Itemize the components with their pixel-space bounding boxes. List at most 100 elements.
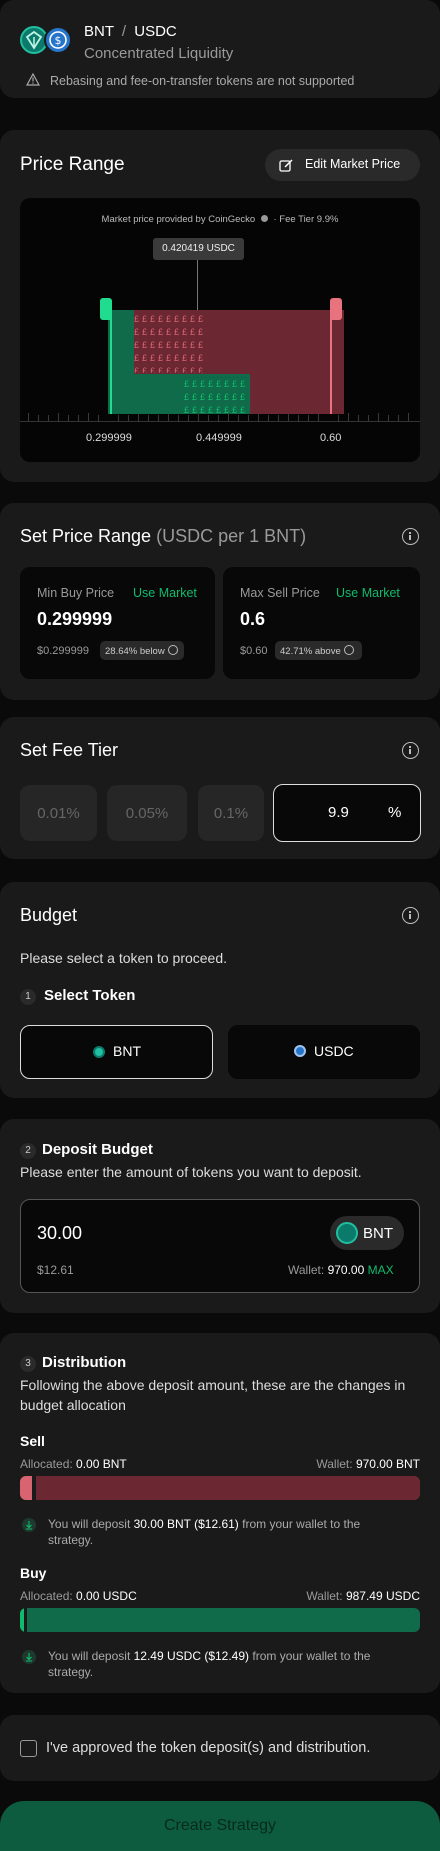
min-price-handle[interactable] xyxy=(100,298,112,320)
token-option-usdc[interactable]: USDC xyxy=(228,1025,420,1079)
deposit-input-panel[interactable]: 30.00 BNT $12.61 Wallet: 970.00 MAX xyxy=(20,1199,420,1293)
edit-icon xyxy=(279,158,294,178)
select-token-title: Select Token xyxy=(44,987,136,1004)
min-use-market-link[interactable]: Use Market xyxy=(133,586,197,600)
set-price-range-title: Set Price Range xyxy=(20,526,152,546)
max-button[interactable]: MAX xyxy=(368,1263,394,1277)
fee-tier-info-icon[interactable] xyxy=(402,742,419,759)
pair-token-b: USDC xyxy=(134,23,177,40)
sell-allocation-handle[interactable] xyxy=(32,1476,36,1500)
buy-deposit-amount: 12.49 USDC ($12.49) xyxy=(133,1649,250,1663)
max-badge-info-icon xyxy=(343,645,354,655)
max-sell-price-label: Max Sell Price xyxy=(240,586,320,600)
sell-allocation-fill xyxy=(20,1476,32,1500)
distribution-title: Distribution xyxy=(42,1354,127,1371)
fee-option-0-01[interactable]: 0.01% xyxy=(20,785,97,841)
strategy-type: Concentrated Liquidity xyxy=(84,45,234,62)
edit-market-price-button[interactable]: Edit Market Price xyxy=(265,149,420,181)
fee-option-0-05[interactable]: 0.05% xyxy=(107,785,187,841)
budget-title: Budget xyxy=(20,905,78,925)
axis-tick-min: 0.299999 xyxy=(86,432,132,444)
coingecko-icon xyxy=(260,215,268,222)
min-percentage-badge: 28.64% below xyxy=(100,641,184,660)
token-option-bnt[interactable]: BNT xyxy=(20,1025,213,1079)
set-price-range-info-icon[interactable] xyxy=(402,528,419,545)
buy-wallet-value: 987.49 USDC xyxy=(345,1589,420,1603)
sell-pattern: ££££££££££££££££££££££££££££££££££££££££… xyxy=(134,314,207,373)
min-buy-price-label: Min Buy Price xyxy=(37,586,115,600)
distribution-hint-line1: Following the above deposit amount, thes… xyxy=(20,1377,406,1393)
price-range-card: Price Range Edit Market Price Market pri… xyxy=(0,130,440,482)
min-badge-info-icon xyxy=(167,645,178,655)
chart-axis xyxy=(20,410,420,422)
buy-allocation-handle[interactable] xyxy=(24,1608,27,1632)
set-price-range-unit: (USDC per 1 BNT) xyxy=(156,526,307,546)
fee-tier-card: Set Fee Tier 0.01% 0.05% 0.1% 9.9 % xyxy=(0,717,440,859)
price-provider-note: Market price provided by CoinGecko xyxy=(101,214,256,225)
buy-allocated-value: 0.00 USDC xyxy=(76,1589,137,1603)
bnt-token-icon xyxy=(93,1046,105,1058)
pair-separator: / xyxy=(121,23,127,40)
market-price-tag: 0.420419 USDC xyxy=(153,238,244,260)
deposit-token-selector[interactable]: BNT xyxy=(330,1216,404,1250)
usdc-token-icon xyxy=(294,1045,306,1057)
axis-tick-max: 0.60 xyxy=(320,432,342,444)
fee-percent-symbol: % xyxy=(388,804,402,821)
budget-card: Budget Please select a token to proceed.… xyxy=(0,882,440,1098)
max-sell-price-usd: $0.60 xyxy=(240,645,268,657)
fee-tier-title: Set Fee Tier xyxy=(20,740,119,760)
deposit-wallet-label: Wallet: xyxy=(288,1263,325,1277)
max-percentage-badge: 42.71% above xyxy=(275,641,362,660)
max-sell-price-value[interactable]: 0.6 xyxy=(240,609,265,630)
deposit-bnt-icon xyxy=(336,1222,358,1244)
step-1-badge: 1 xyxy=(20,989,36,1005)
approval-label[interactable]: I've approved the token deposit(s) and d… xyxy=(46,1740,370,1756)
warning-icon xyxy=(25,72,41,91)
min-buy-price-value[interactable]: 0.299999 xyxy=(37,609,112,630)
budget-info-icon[interactable] xyxy=(402,907,419,924)
fee-custom-input[interactable]: 9.9 % xyxy=(273,784,421,842)
sell-allocated-value: 0.00 BNT xyxy=(76,1457,127,1471)
buy-title: Buy xyxy=(20,1565,47,1581)
deposit-budget-card: 2 Deposit Budget Please enter the amount… xyxy=(0,1119,440,1313)
price-range-title: Price Range xyxy=(20,154,125,175)
deposit-usd-value: $12.61 xyxy=(37,1263,74,1277)
buy-pattern: ££££££££££££££££££££££££££££ xyxy=(184,379,249,414)
pair-token-a: BNT xyxy=(84,23,114,40)
max-use-market-link[interactable]: Use Market xyxy=(336,586,400,600)
approval-card: I've approved the token deposit(s) and d… xyxy=(0,1715,440,1781)
fee-tier-note: · Fee Tier 9.9% xyxy=(273,214,339,225)
max-price-handle[interactable] xyxy=(330,298,342,320)
deposit-amount-input[interactable]: 30.00 xyxy=(37,1223,82,1244)
deposit-hint: Please enter the amount of tokens you wa… xyxy=(20,1164,362,1180)
create-strategy-button[interactable]: Create Strategy xyxy=(0,1801,440,1851)
price-range-chart[interactable]: Market price provided by CoinGecko · Fee… xyxy=(20,198,420,462)
warning-text: Rebasing and fee-on-transfer tokens are … xyxy=(50,74,355,88)
sell-wallet-value: 970.00 BNT xyxy=(355,1457,420,1471)
svg-text:$: $ xyxy=(55,34,62,47)
fee-option-0-1[interactable]: 0.1% xyxy=(198,785,264,841)
deposit-wallet-value: 970.00 xyxy=(327,1263,365,1277)
min-buy-price-panel[interactable]: Min Buy Price Use Market 0.299999 $0.299… xyxy=(20,567,215,679)
min-buy-price-usd: $0.299999 xyxy=(37,645,89,657)
distribution-card: 3 Distribution Following the above depos… xyxy=(0,1333,440,1693)
distribution-hint-line2: budget allocation xyxy=(20,1397,126,1413)
buy-allocation-bar[interactable] xyxy=(20,1608,420,1632)
sell-allocation-bar[interactable] xyxy=(20,1476,420,1500)
sell-deposit-amount: 30.00 BNT ($12.61) xyxy=(133,1517,239,1531)
max-price-line xyxy=(330,310,332,414)
edit-market-price-label: Edit Market Price xyxy=(305,157,401,171)
approval-checkbox[interactable] xyxy=(20,1740,37,1757)
strategy-header: $ BNT / USDC Concentrated Liquidity Reba… xyxy=(0,0,440,98)
buy-deposit-icon xyxy=(22,1650,36,1664)
budget-hint: Please select a token to proceed. xyxy=(20,950,228,966)
deposit-budget-title: Deposit Budget xyxy=(42,1141,153,1158)
min-price-line xyxy=(110,310,112,414)
sell-deposit-icon xyxy=(22,1518,36,1532)
max-sell-price-panel[interactable]: Max Sell Price Use Market 0.6 $0.60 42.7… xyxy=(223,567,420,679)
step-2-badge: 2 xyxy=(20,1143,36,1159)
set-price-range-card: Set Price Range (USDC per 1 BNT) Min Buy… xyxy=(0,503,440,700)
axis-tick-mid: 0.449999 xyxy=(196,432,242,444)
step-3-badge: 3 xyxy=(20,1356,36,1372)
usdc-logo: $ xyxy=(44,26,72,54)
